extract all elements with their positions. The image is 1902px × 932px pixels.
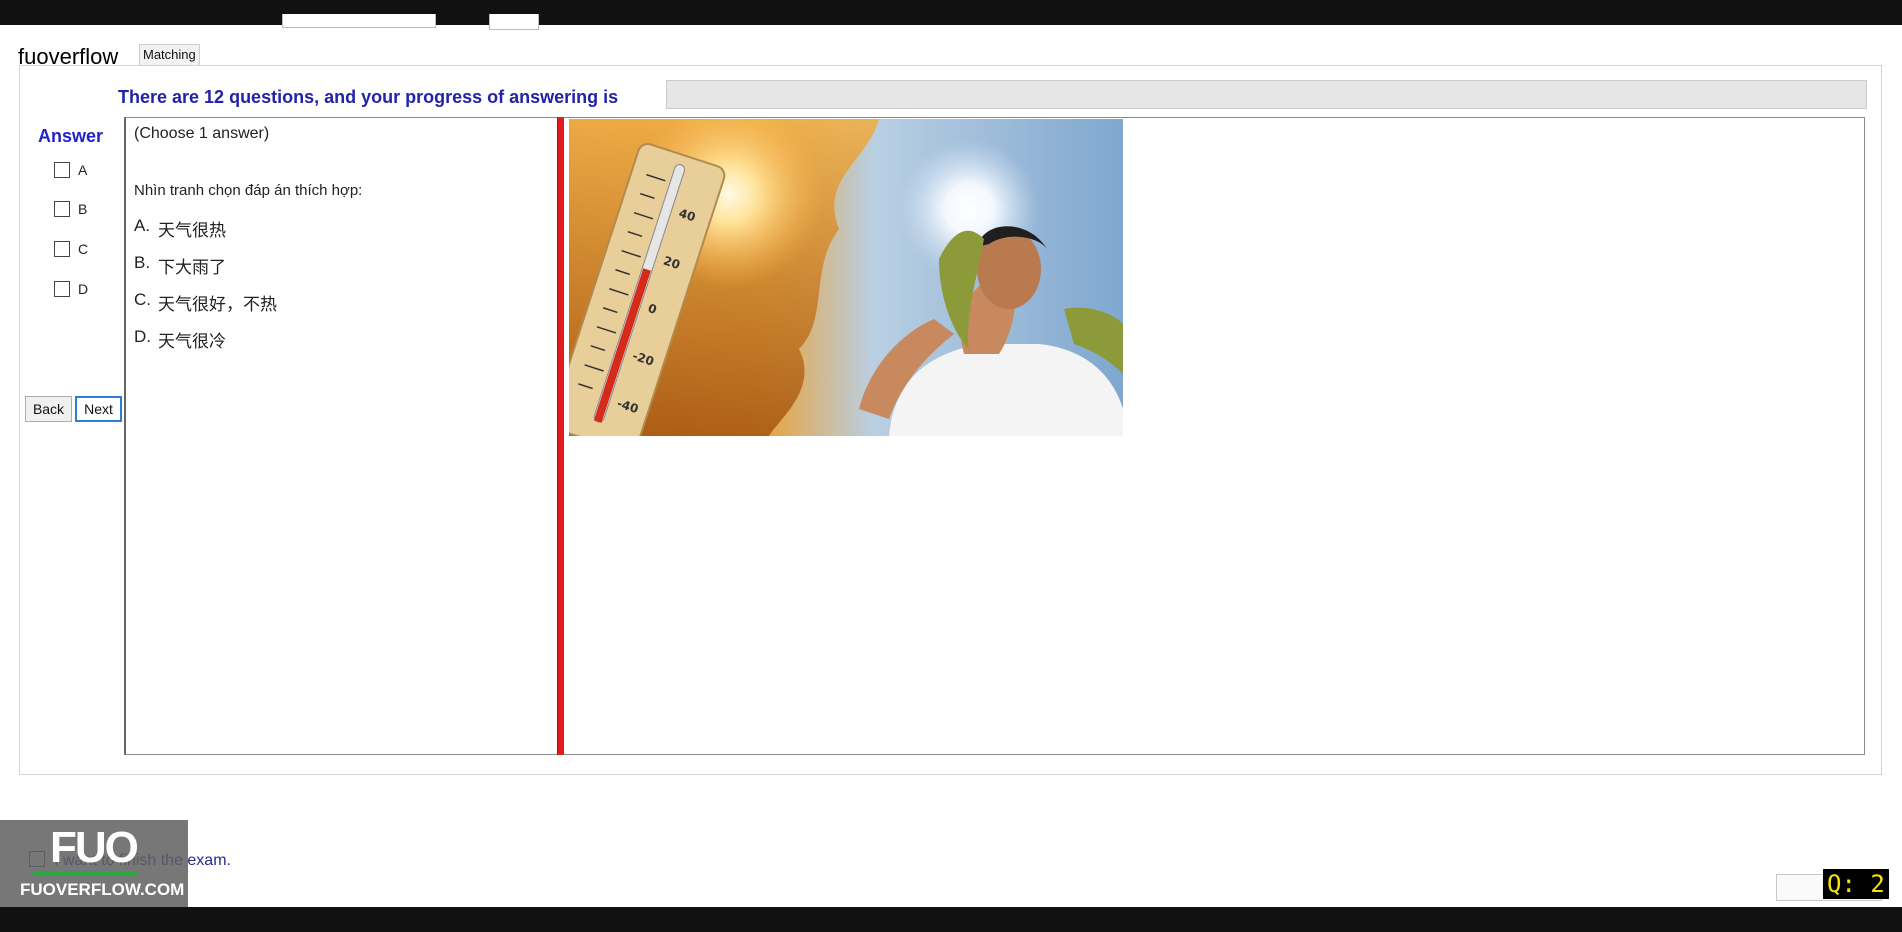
answer-option-c[interactable]: C [54,240,88,258]
answer-checkbox-a[interactable] [54,162,70,178]
panel-splitter[interactable] [557,117,564,755]
progress-label: There are 12 questions, and your progres… [118,87,619,107]
question-number-badge: Q: 2 [1823,869,1889,899]
answer-option-b[interactable]: B [54,200,87,218]
back-button[interactable]: Back [25,396,72,422]
question-option: B. 下大雨了 [134,253,226,278]
progress-bar [666,80,1867,109]
question-option: D. 天气很冷 [134,327,226,352]
question-option-text: 下大雨了 [158,258,226,277]
watermark-text: FUOVERFLOW.COM [20,880,185,899]
question-image: 40 20 0 -20 -40 [569,119,1123,436]
question-option-text: 天气很热 [158,221,226,240]
tab-matching[interactable]: Matching [139,44,200,66]
answer-heading: Answer [38,126,104,146]
hot-weather-illustration: 40 20 0 -20 -40 [569,119,1123,436]
watermark-bar [33,872,138,875]
answer-checkbox-b[interactable] [54,201,70,217]
question-option-text: 天气很冷 [158,332,226,351]
question-instruction: Nhìn tranh chọn đáp án thích hợp: [134,182,363,199]
answer-checkbox-c[interactable] [54,241,70,257]
question-option-letter: A. [134,216,151,235]
question-option: C. 天气很好，不热 [134,290,277,315]
question-option-letter: C. [134,290,151,309]
choose-note: (Choose 1 answer) [134,125,270,142]
top-button-remnant [489,14,539,30]
answer-option-label: A [78,162,88,178]
next-button[interactable]: Next [75,396,122,422]
bottom-dark-bar [0,907,1902,932]
watermark: FUO FUOVERFLOW.COM [0,820,188,907]
answer-option-label: C [78,241,89,257]
top-dropdown-remnant [282,14,436,28]
answer-option-label: B [78,201,88,217]
answer-option-a[interactable]: A [54,161,87,179]
question-option-letter: D. [134,327,151,346]
watermark-logo: FUO [50,823,139,872]
answer-option-d[interactable]: D [54,280,88,298]
answer-checkbox-d[interactable] [54,281,70,297]
question-option-letter: B. [134,253,151,272]
question-option: A. 天气很热 [134,216,226,241]
answer-option-label: D [78,281,89,297]
question-option-text: 天气很好，不热 [158,295,277,314]
